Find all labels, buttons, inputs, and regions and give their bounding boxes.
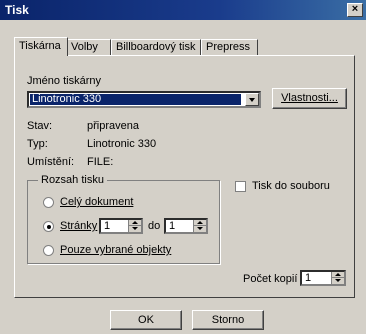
type-value: Linotronic 330 — [87, 138, 157, 150]
chevron-down-icon — [249, 98, 255, 102]
status-label: Stav: — [27, 120, 53, 132]
arrow-up-icon — [197, 221, 203, 224]
properties-button-label: Vlastnosti... — [281, 92, 338, 104]
tab-label: Billboardový tisk — [116, 41, 196, 53]
title-bar[interactable]: Tisk × — [0, 0, 366, 20]
tab-label: Prepress — [206, 41, 251, 53]
printer-select-value: Linotronic 330 — [30, 94, 241, 105]
tab-prepress[interactable]: Prepress — [201, 39, 258, 56]
pages-from-stepper[interactable]: 1 — [99, 218, 143, 234]
tab-printer[interactable]: Tiskárna — [14, 37, 68, 56]
properties-button[interactable]: Vlastnosti... — [272, 88, 347, 109]
tab-label: Volby — [71, 41, 98, 53]
radio-pages[interactable] — [43, 221, 54, 232]
cancel-button-label: Storno — [211, 314, 245, 326]
printer-select[interactable]: Linotronic 330 — [27, 91, 261, 108]
pages-to-stepper[interactable]: 1 — [164, 218, 208, 234]
stepper-arrows[interactable] — [193, 220, 206, 232]
pages-from-value: 1 — [104, 220, 111, 232]
arrow-down-icon — [132, 227, 138, 230]
stepper-arrows[interactable] — [331, 272, 344, 284]
arrow-down-icon — [197, 227, 203, 230]
copies-stepper[interactable]: 1 — [300, 270, 346, 286]
print-to-file-checkbox[interactable] — [235, 181, 246, 192]
copies-value: 1 — [305, 272, 312, 284]
tab-label: Tiskárna — [19, 40, 61, 52]
to-label: do — [148, 220, 161, 232]
print-range-title: Rozsah tisku — [38, 174, 107, 186]
arrow-up-icon — [132, 221, 138, 224]
printer-name-label: Jméno tiskárny — [27, 75, 101, 87]
ok-button[interactable]: OK — [110, 310, 182, 330]
ok-button-label: OK — [138, 314, 154, 326]
radio-all-document[interactable] — [43, 197, 54, 208]
type-label: Typ: — [27, 138, 48, 150]
pages-to-value: 1 — [169, 220, 176, 232]
tab-billboard[interactable]: Billboardový tisk — [111, 39, 201, 56]
dropdown-button[interactable] — [245, 93, 259, 106]
radio-selected-objects[interactable] — [43, 245, 54, 256]
radio-selected-objects-label[interactable]: Pouze vybrané objekty — [60, 244, 171, 256]
copies-label: Počet kopií — [243, 273, 298, 285]
location-value: FILE: — [87, 156, 114, 168]
status-value: připravena — [87, 120, 139, 132]
close-icon[interactable]: × — [347, 3, 363, 17]
radio-all-document-label[interactable]: Celý dokument — [60, 196, 133, 208]
stepper-arrows[interactable] — [128, 220, 141, 232]
radio-selected-dot — [47, 225, 51, 229]
print-dialog: Tisk × Tiskárna Volby Billboardový tisk … — [0, 0, 366, 334]
radio-pages-label[interactable]: Stránky — [60, 220, 97, 232]
location-label: Umístění: — [27, 156, 75, 168]
arrow-up-icon — [335, 273, 341, 276]
cancel-button[interactable]: Storno — [192, 310, 264, 330]
arrow-down-icon — [335, 279, 341, 282]
window-title: Tisk — [5, 3, 29, 17]
print-to-file-label[interactable]: Tisk do souboru — [252, 180, 330, 192]
tab-options[interactable]: Volby — [66, 39, 111, 56]
